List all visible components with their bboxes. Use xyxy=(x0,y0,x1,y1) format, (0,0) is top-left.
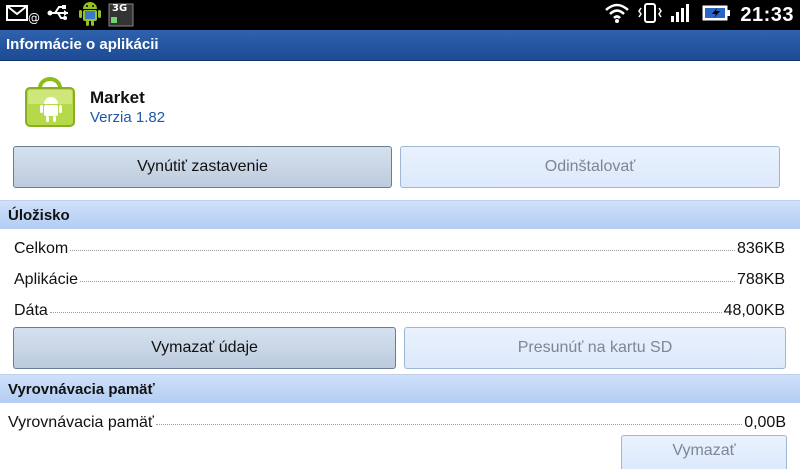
row-label: Vyrovnávacia pamäť xyxy=(8,414,154,431)
status-bar: @ 3G 21:33 xyxy=(0,0,800,30)
cache-section-header: Vyrovnávacia pamäť xyxy=(0,374,800,403)
cache-header-label: Vyrovnávacia pamäť xyxy=(8,381,155,398)
row-value: 0,00B xyxy=(744,414,786,431)
storage-header-label: Úložisko xyxy=(8,207,70,224)
row-value: 48,00KB xyxy=(723,302,785,319)
row-label: Aplikácie xyxy=(14,271,79,288)
storage-row-total: Celkom 836KB xyxy=(14,240,785,258)
notification-icons: @ 3G xyxy=(6,1,134,29)
row-label: Celkom xyxy=(14,240,69,257)
network-3g-icon: 3G xyxy=(108,3,134,27)
wifi-icon xyxy=(604,2,630,29)
storage-section-header: Úložisko xyxy=(0,200,800,229)
email-icon: @ xyxy=(6,2,40,29)
signal-icon xyxy=(670,2,694,29)
android-icon xyxy=(78,0,102,32)
uninstall-button[interactable]: Odinštalovať xyxy=(400,146,780,188)
network-type-label: 3G xyxy=(112,3,128,14)
svg-text:@: @ xyxy=(28,11,40,24)
storage-row-application: Aplikácie 788KB xyxy=(14,271,785,289)
battery-charging-icon xyxy=(702,2,732,29)
dotted-leader xyxy=(49,312,722,313)
row-label: Dáta xyxy=(14,302,48,319)
app-name: Market xyxy=(90,88,145,107)
dotted-leader xyxy=(155,424,743,425)
row-value: 788KB xyxy=(736,271,785,288)
dotted-leader xyxy=(70,250,735,251)
move-to-sd-button[interactable]: Presunúť na kartu SD xyxy=(404,327,786,369)
clear-cache-button[interactable]: Vymazať xyxy=(621,435,787,469)
vibrate-icon xyxy=(638,2,663,29)
clear-data-button[interactable]: Vymazať údaje xyxy=(13,327,396,369)
dotted-leader xyxy=(80,281,735,282)
app-version: Verzia 1.82 xyxy=(90,109,166,126)
force-stop-button[interactable]: Vynútiť zastavenie xyxy=(13,146,392,188)
page-title: Informácie o aplikácii xyxy=(6,36,159,53)
storage-row-data: Dáta 48,00KB xyxy=(14,302,785,320)
row-value: 836KB xyxy=(736,240,785,257)
market-app-icon xyxy=(22,74,78,130)
cache-row: Vyrovnávacia pamäť 0,00B xyxy=(8,414,786,432)
system-icons: 21:33 xyxy=(604,2,794,29)
title-bar: Informácie o aplikácii xyxy=(0,30,800,61)
clock: 21:33 xyxy=(740,3,794,26)
usb-icon xyxy=(46,2,72,29)
